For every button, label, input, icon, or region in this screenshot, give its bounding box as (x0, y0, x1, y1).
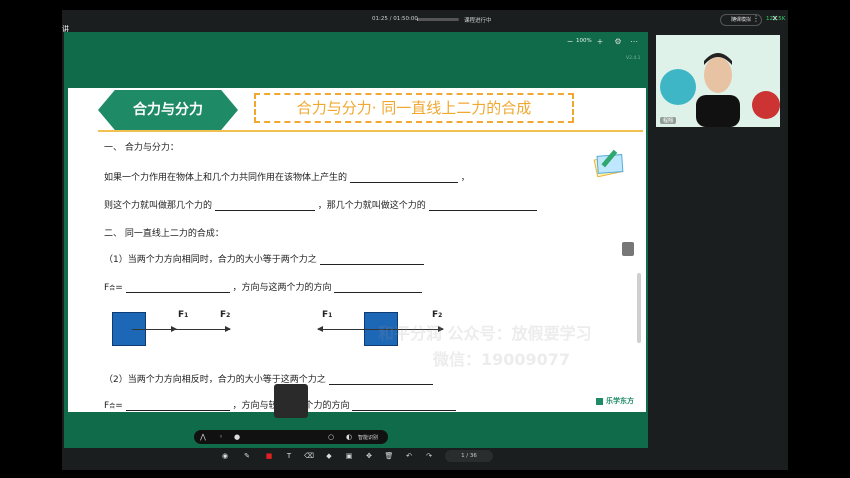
playback-progress[interactable] (417, 18, 459, 21)
line-4: 二、 同一直线上二力的合成： (104, 229, 224, 239)
blank-7 (328, 375, 433, 385)
eraser-icon[interactable]: ⌫ (304, 450, 314, 462)
label-f2-b: F2 (432, 310, 443, 320)
blank-8 (125, 401, 230, 411)
progress-fill (417, 18, 418, 21)
more-options-icon[interactable]: ⋯ (628, 36, 640, 48)
top-bar: 讲 01:25 / 01:50:00 课程进行中 随课模拟 122.5K ⌕ ⋮… (62, 10, 788, 33)
shape-circle-icon[interactable]: ○ (326, 431, 336, 443)
pen-icon[interactable]: ✎ (242, 450, 252, 462)
blank-4 (319, 255, 424, 265)
label-f2-a: F2 (220, 310, 231, 320)
line-2-comma: ， (460, 173, 470, 183)
teacher-camera: 程翔 (656, 35, 780, 127)
select-icon[interactable]: ◆ (324, 450, 334, 462)
zoom-out-icon[interactable]: − (564, 36, 576, 48)
notebook-pencil-icon (593, 149, 624, 178)
line-1: 一、 合力与分力： (104, 143, 179, 153)
line-5: （1）当两个力方向相同时，合力的大小等于两个力之 (104, 252, 424, 265)
color-dot-icon[interactable]: ● (232, 431, 242, 443)
blank-3 (428, 201, 537, 211)
arrow-f1-right (132, 326, 177, 332)
line-7: （2）当两个力方向相反时，合力的大小等于这两个力之 (104, 372, 433, 385)
smart-recognition-label: 智能识别 (357, 435, 378, 441)
zoom-level: 100% (576, 38, 592, 44)
blank-6 (334, 283, 423, 293)
settings-icon[interactable]: ⚙ (612, 36, 624, 48)
brand-logo: 乐学东方 (596, 396, 634, 406)
class-status: 课程进行中 (464, 18, 492, 24)
record-icon[interactable]: ◉ (220, 450, 230, 462)
text-icon[interactable]: T (284, 450, 294, 462)
teacher-name: 程翔 (660, 117, 677, 124)
brush-size-icon[interactable]: ◦ (216, 431, 226, 443)
pen-toolbar: ⋀ ◦ ● ○ ◐ 智能识别 (194, 430, 388, 444)
screenshot-icon[interactable]: ▣ (344, 450, 354, 462)
toggle-icon[interactable]: ◐ (344, 431, 354, 443)
zoom-in-icon[interactable]: + (594, 36, 606, 48)
line-3-text-b: ，那几个力就叫做这个力的 (317, 201, 426, 211)
watermark-2: 微信：19009077 (433, 350, 571, 369)
page-indicator[interactable]: 1 / 36 (445, 450, 493, 462)
line-2-text: 如果一个力作用在物体上和几个力共同作用在该物体上产生的 (104, 173, 348, 183)
slide-title: 合力与分力· 同一直线上二力的合成 (254, 93, 574, 123)
move-icon[interactable]: ✥ (364, 450, 374, 462)
line-2: 如果一个力作用在物体上和几个力共同作用在该物体上产生的 ， (104, 170, 470, 183)
more-icon[interactable]: ⋮ (750, 13, 762, 25)
blank-1 (349, 173, 458, 183)
line-3-text-a: 则这个力就叫做那几个力的 (104, 201, 213, 211)
watermark-1: 和平分润 公众号：放假要学习 (378, 324, 592, 343)
line-3: 则这个力就叫做那几个力的 ，那几个力就叫做这个力的 (104, 198, 537, 211)
slide-content: 合力与分力 合力与分力· 同一直线上二力的合成 一、 合力与分力： 如果一个力作… (68, 88, 646, 412)
redo-icon[interactable]: ↷ (424, 450, 434, 462)
slide-toolbar: 100% − + ⚙ ⋯ V2.4.1 (64, 32, 648, 61)
title-band: 合力与分力 合力与分力· 同一直线上二力的合成 (84, 88, 643, 134)
pen-tool-icon[interactable]: ⋀ (198, 431, 208, 443)
equals-2: = (115, 401, 123, 411)
logo-badge-icon (596, 397, 603, 405)
version-label: V2.4.1 (626, 56, 641, 61)
blank-2 (214, 201, 315, 211)
playback-time: 01:25 / 01:50:00 (372, 16, 418, 22)
blank-5 (125, 283, 230, 293)
close-icon[interactable]: ✕ (769, 13, 781, 25)
arrow-f1-left (317, 326, 380, 332)
red-color-icon[interactable]: ■ (264, 450, 274, 462)
pen-popup[interactable] (274, 384, 308, 418)
slide-scrollbar[interactable] (637, 273, 641, 343)
arrow-f2-right (176, 326, 231, 332)
slide-area: 100% − + ⚙ ⋯ V2.4.1 合力与分力 合力与分力· 同一直线上二力… (64, 32, 648, 448)
zoom-icon[interactable]: ⌕ (729, 13, 741, 25)
equals: = (115, 283, 123, 293)
line-5-text: （1）当两个力方向相同时，合力的大小等于两个力之 (104, 255, 317, 265)
camera-feed-icon (656, 35, 780, 127)
app-root: 讲 01:25 / 01:50:00 课程进行中 随课模拟 122.5K ⌕ ⋮… (0, 0, 850, 478)
label-f1-a: F1 (178, 310, 189, 320)
title-underline (98, 130, 643, 132)
undo-icon[interactable]: ↶ (404, 450, 414, 462)
delete-icon[interactable]: 🗑 (384, 450, 394, 462)
section-chip: 合力与分力 (98, 90, 238, 130)
line-6-text: ，方向与这两个力的方向 (232, 283, 332, 293)
blank-9 (352, 401, 457, 411)
line-6: F合= ，方向与这两个力的方向 (104, 280, 423, 293)
label-f1-b: F1 (322, 310, 333, 320)
side-panel-tab[interactable] (622, 242, 634, 256)
